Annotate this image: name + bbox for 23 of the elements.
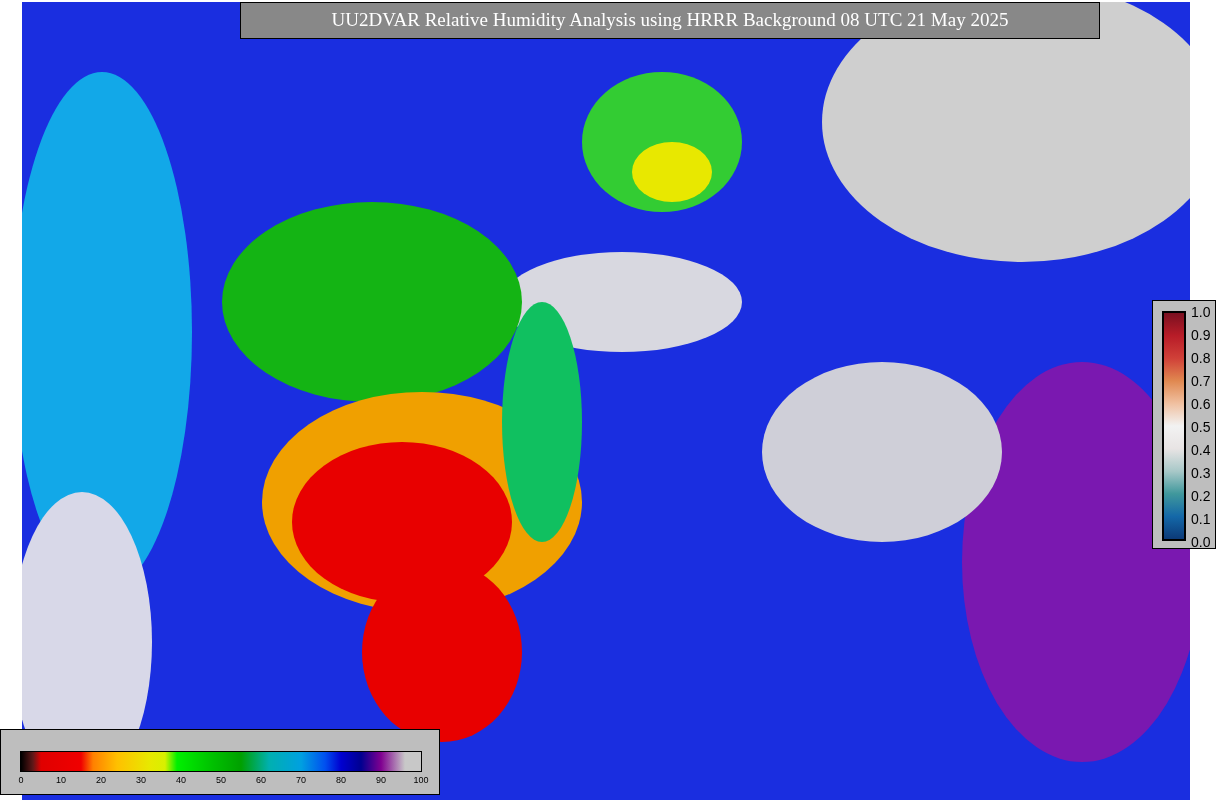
map-title: UU2DVAR Relative Humidity Analysis using HRRR Background 08 UTC 21 May 2025 [240, 2, 1100, 39]
tick-label: 0.2 [1191, 489, 1211, 503]
tick-label: 1.0 [1191, 305, 1211, 319]
tick-label: 0.6 [1191, 397, 1211, 411]
tick-label: 60 [256, 776, 266, 785]
tick-label: 0.4 [1191, 443, 1211, 457]
tick-label: 0.1 [1191, 512, 1211, 526]
tick-label: 0.3 [1191, 466, 1211, 480]
tick-label: 0.0 [1191, 535, 1211, 549]
tick-label: 50 [216, 776, 226, 785]
tick-label: 0.5 [1191, 420, 1211, 434]
tick-label: 0 [18, 776, 24, 785]
tick-label: 20 [96, 776, 106, 785]
tick-label: 0.7 [1191, 374, 1211, 388]
tick-label: 90 [376, 776, 386, 785]
tick-label: 0.8 [1191, 351, 1211, 365]
tick-label: 70 [296, 776, 306, 785]
tick-label: 30 [136, 776, 146, 785]
tick-label: 40 [176, 776, 186, 785]
tick-label: 0.9 [1191, 328, 1211, 342]
tick-label: 80 [336, 776, 346, 785]
tick-label: 10 [56, 776, 66, 785]
tick-label: 100 [413, 776, 429, 785]
